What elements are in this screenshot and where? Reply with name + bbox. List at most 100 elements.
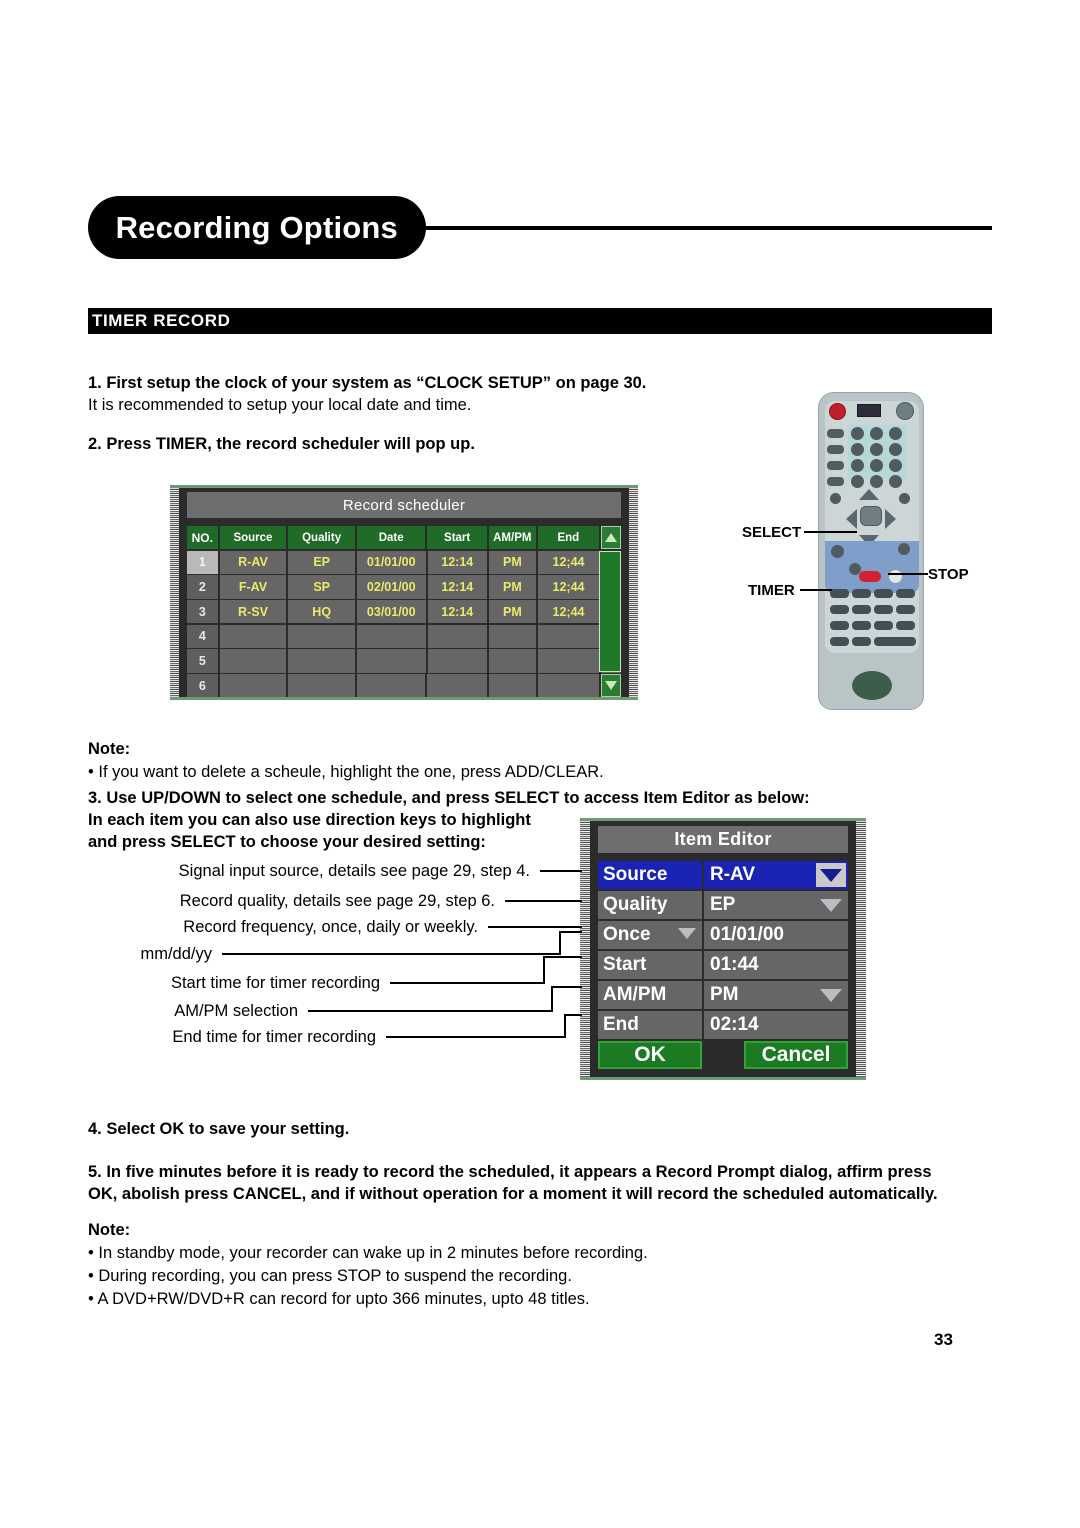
table-row[interactable]: 6 [187, 674, 621, 698]
table-row[interactable]: 1 R-AV EP 01/01/00 12:14 PM 12;44 [187, 550, 621, 574]
row-source [219, 624, 287, 648]
callout-line-frequency [488, 926, 582, 928]
field-row-end[interactable]: End 02:14 [598, 1011, 848, 1039]
field-value-source[interactable]: R-AV [704, 861, 848, 889]
callout-line-ampm-h [308, 1010, 553, 1012]
step-1-heading: 1. First setup the clock of your system … [88, 374, 647, 392]
row-start [427, 649, 487, 673]
scroll-up-button[interactable] [600, 526, 621, 550]
ok-button[interactable]: OK [598, 1041, 702, 1069]
side-button-3 [827, 461, 844, 470]
side-button-4 [827, 477, 844, 486]
field-value-end[interactable]: 02:14 [704, 1011, 848, 1039]
remote-button [896, 589, 915, 598]
step-3-line-2: In each item you can also use direction … [88, 811, 531, 829]
column-header-quality: Quality [288, 526, 355, 550]
row-end: 12;44 [537, 550, 600, 574]
dropdown-arrow-icon-quality[interactable] [816, 893, 846, 917]
scrollbar-track[interactable] [599, 551, 621, 672]
select-button-icon [860, 506, 882, 526]
callout-date-format: mm/dd/yy [140, 945, 212, 963]
field-row-source[interactable]: Source R-AV [598, 861, 848, 889]
field-value-ampm-text: PM [710, 984, 739, 1005]
row-no: 1 [187, 550, 218, 574]
dropdown-arrow-icon-ampm[interactable] [816, 983, 846, 1007]
row-ampm: PM [489, 600, 536, 624]
side-button-1 [827, 429, 844, 438]
keypad-button [889, 459, 902, 472]
scheduler-table: NO. Source Quality Date Start AM/PM End … [187, 526, 621, 698]
remote-button [896, 621, 915, 630]
play-button-icon [831, 545, 844, 558]
callout-label-timer: TIMER [748, 582, 795, 599]
dropdown-arrow-icon-source[interactable] [816, 863, 846, 887]
row-quality [288, 624, 356, 648]
remote-button [896, 605, 915, 614]
callout-frequency-description: Record frequency, once, daily or weekly. [183, 918, 478, 936]
editor-left-edge-texture [580, 821, 590, 1077]
triangle-down-icon [604, 681, 617, 691]
chevron-down-icon [820, 988, 842, 1002]
step-5-line-1: 5. In five minutes before it is ready to… [88, 1163, 932, 1181]
column-header-source: Source [219, 526, 287, 550]
field-row-frequency[interactable]: Once 01/01/00 [598, 921, 848, 949]
remote-button [874, 621, 893, 630]
table-row[interactable]: 3 R-SV HQ 03/01/00 12:14 PM 12;44 [187, 600, 621, 624]
field-value-start[interactable]: 01:44 [704, 951, 848, 979]
section-title: TIMER RECORD [92, 311, 231, 330]
record-scheduler-screen: Record scheduler NO. Source Quality Date… [170, 485, 638, 700]
row-date: 03/01/00 [357, 600, 426, 624]
field-value-ampm[interactable]: PM [704, 981, 848, 1009]
scroll-down-button[interactable] [600, 674, 621, 698]
field-value-date[interactable]: 01/01/00 [704, 921, 848, 949]
eject-button-icon [898, 543, 910, 555]
row-date: 01/01/00 [357, 550, 426, 574]
clear-button-icon [830, 493, 841, 504]
row-quality [288, 649, 356, 673]
side-button-2 [827, 445, 844, 454]
row-start: 12:14 [427, 550, 487, 574]
row-quality: SP [288, 575, 356, 599]
table-row[interactable]: 4 [187, 624, 621, 648]
callout-line-start-h [390, 982, 545, 984]
remote-button [874, 605, 893, 614]
remote-button [830, 621, 849, 630]
row-date [357, 624, 426, 648]
callout-ampm-description: AM/PM selection [174, 1002, 298, 1020]
row-quality [288, 674, 355, 698]
item-editor-buttons: OK Cancel [598, 1041, 848, 1069]
page-number: 33 [934, 1330, 953, 1349]
page-header: Recording Options [88, 196, 992, 262]
field-row-ampm[interactable]: AM/PM PM [598, 981, 848, 1009]
table-row[interactable]: 2 F-AV SP 02/01/00 12:14 PM 12;44 [187, 575, 621, 599]
page-title: Recording Options [115, 209, 398, 245]
table-row[interactable]: 5 [187, 649, 621, 673]
callout-line-select [804, 531, 857, 533]
cancel-button[interactable]: Cancel [744, 1041, 848, 1069]
note-2-bullet-2: • During recording, you can press STOP t… [88, 1267, 572, 1285]
editor-right-edge-texture [856, 821, 866, 1077]
remote-button [874, 589, 893, 598]
scheduler-title-text: Record scheduler [342, 496, 466, 514]
field-label-frequency[interactable]: Once [598, 921, 702, 949]
chevron-down-icon [678, 928, 696, 939]
step-4-heading: 4. Select OK to save your setting. [88, 1120, 350, 1138]
row-end [537, 674, 599, 698]
field-row-start[interactable]: Start 01:44 [598, 951, 848, 979]
open-close-button-icon [896, 402, 914, 420]
callout-start-description: Start time for timer recording [170, 974, 380, 992]
keypad-button [851, 427, 864, 440]
note-2-heading: Note: [88, 1221, 131, 1239]
field-value-quality[interactable]: EP [704, 891, 848, 919]
field-value-source-text: R-AV [710, 864, 756, 885]
row-no: 3 [187, 600, 218, 624]
screen-left-edge-texture [170, 488, 179, 697]
callout-line-ampm-v [551, 986, 553, 1012]
note-2-bullet-1: • In standby mode, your recorder can wak… [88, 1244, 648, 1262]
row-start: 12:14 [427, 575, 487, 599]
field-row-quality[interactable]: Quality EP [598, 891, 848, 919]
callout-label-stop: STOP [928, 566, 969, 583]
field-label-start: Start [598, 951, 702, 979]
column-header-end: End [537, 526, 599, 550]
field-label-end: End [598, 1011, 702, 1039]
